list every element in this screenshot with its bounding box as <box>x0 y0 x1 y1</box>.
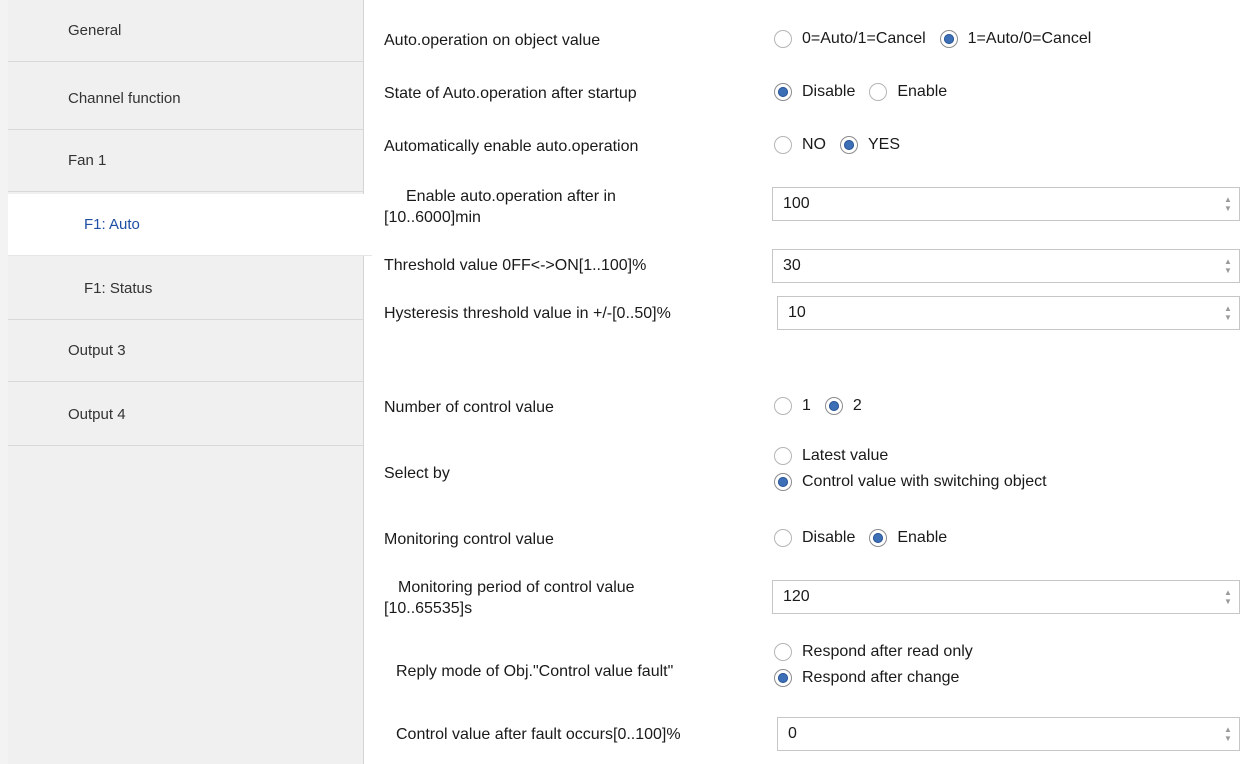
num-control-label: Number of control value <box>384 399 554 416</box>
sidebar-item-label: F1: Auto <box>84 216 140 233</box>
sidebar-item-output-4[interactable]: Output 4 <box>8 384 363 446</box>
select-by-control-value[interactable]: Control value with switching object <box>774 473 1047 491</box>
spin-arrows-icon[interactable]: ▲ ▼ <box>1217 188 1239 220</box>
monitoring-enable[interactable]: Enable <box>869 529 947 547</box>
num-control-option-1[interactable]: 1 <box>774 397 811 415</box>
sidebar-item-f1-status[interactable]: F1: Status <box>8 258 363 320</box>
radio-circle <box>774 643 792 661</box>
hysteresis-label: Hysteresis threshold value in +/-[0..50]… <box>384 305 671 322</box>
sidebar-item-label: Fan 1 <box>68 152 107 169</box>
reply-mode-radio-group: Respond after read only Respond after ch… <box>774 643 987 695</box>
radio-circle <box>869 529 888 547</box>
radio-circle <box>939 30 958 48</box>
auto-op-startup-disable[interactable]: Disable <box>774 83 855 101</box>
monitoring-radio-group: Disable Enable <box>774 529 961 547</box>
auto-op-object-radio-group: 0=Auto/1=Cancel 1=Auto/0=Cancel <box>774 30 1105 48</box>
auto-op-object-option-0[interactable]: 0=Auto/1=Cancel <box>774 30 926 48</box>
auto-enable-no[interactable]: NO <box>774 136 826 154</box>
reply-mode-read-only[interactable]: Respond after read only <box>774 643 973 661</box>
num-control-radio-group: 1 2 <box>774 397 876 415</box>
radio-circle <box>774 83 792 101</box>
auto-enable-radio-group: NO YES <box>774 136 914 154</box>
auto-enable-yes[interactable]: YES <box>840 136 900 154</box>
spin-arrows-icon[interactable]: ▲ ▼ <box>1217 581 1239 613</box>
spin-arrows-icon[interactable]: ▲ ▼ <box>1217 297 1239 329</box>
sidebar-item-f1-auto[interactable]: F1: Auto <box>8 194 372 256</box>
auto-op-object-label: Auto.operation on object value <box>384 32 601 49</box>
radio-circle <box>774 473 792 491</box>
threshold-spinbox[interactable]: 30 ▲ ▼ <box>772 249 1240 283</box>
radio-circle <box>774 136 792 154</box>
radio-circle <box>774 669 792 687</box>
auto-op-startup-label: State of Auto.operation after startup <box>384 85 637 102</box>
fault-value-spinbox[interactable]: 0 ▲ ▼ <box>777 717 1240 751</box>
spin-arrows-icon[interactable]: ▲ ▼ <box>1217 718 1239 750</box>
radio-circle <box>840 136 858 154</box>
sidebar-item-label: Output 3 <box>68 342 126 359</box>
sidebar-item-output-3[interactable]: Output 3 <box>8 320 363 382</box>
sidebar-item-fan-1[interactable]: Fan 1 <box>8 130 363 192</box>
spin-arrows-icon[interactable]: ▲ ▼ <box>1217 250 1239 282</box>
reply-mode-label: Reply mode of Obj."Control value fault" <box>396 663 674 680</box>
select-by-label: Select by <box>384 465 450 482</box>
radio-circle <box>774 447 792 465</box>
monitoring-period-spinbox[interactable]: 120 ▲ ▼ <box>772 580 1240 614</box>
enable-after-spinbox[interactable]: 100 ▲ ▼ <box>772 187 1240 221</box>
select-by-radio-group: Latest value Control value with switchin… <box>774 447 1061 499</box>
reply-mode-after-change[interactable]: Respond after change <box>774 669 973 687</box>
radio-circle <box>774 30 792 48</box>
threshold-label: Threshold value 0FF<->ON[1..100]% <box>384 257 647 274</box>
select-by-latest-value[interactable]: Latest value <box>774 447 1047 465</box>
auto-enable-label: Automatically enable auto.operation <box>384 138 639 155</box>
sidebar-item-label: Output 4 <box>68 406 126 423</box>
fault-value-label: Control value after fault occurs[0..100]… <box>396 726 681 743</box>
radio-circle <box>774 397 792 415</box>
monitoring-period-label: Monitoring period of control value [10..… <box>384 579 635 617</box>
sidebar: General Channel function Fan 1 F1: Auto … <box>8 0 372 764</box>
enable-after-label: Enable auto.operation after in [10..6000… <box>384 188 616 226</box>
sidebar-item-channel-function[interactable]: Channel function <box>8 68 363 130</box>
num-control-option-2[interactable]: 2 <box>824 397 862 415</box>
auto-op-object-option-1[interactable]: 1=Auto/0=Cancel <box>939 30 1091 48</box>
hysteresis-spinbox[interactable]: 10 ▲ ▼ <box>777 296 1240 330</box>
radio-circle <box>824 397 843 415</box>
sidebar-item-label: F1: Status <box>84 280 153 297</box>
monitoring-disable[interactable]: Disable <box>774 529 855 547</box>
sidebar-item-label: General <box>68 22 122 39</box>
sidebar-item-label: Channel function <box>68 90 181 107</box>
monitoring-label: Monitoring control value <box>384 531 554 548</box>
radio-circle <box>869 83 888 101</box>
radio-circle <box>774 529 792 547</box>
parameter-panel: Auto.operation on object value 0=Auto/1=… <box>364 0 1242 764</box>
auto-op-startup-enable[interactable]: Enable <box>869 83 947 101</box>
auto-op-startup-radio-group: Disable Enable <box>774 83 961 101</box>
sidebar-item-general[interactable]: General <box>8 0 363 62</box>
